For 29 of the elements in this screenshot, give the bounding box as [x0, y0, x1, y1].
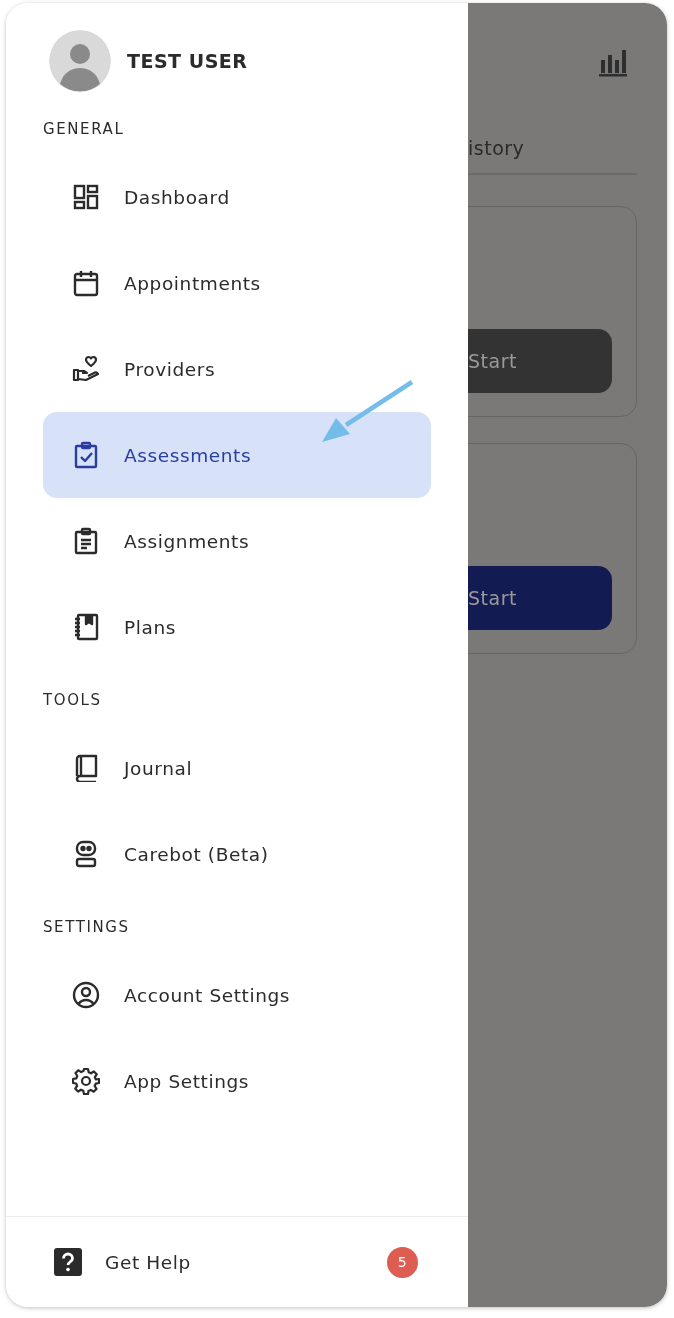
nav-item[interactable]: Dashboard	[43, 154, 431, 240]
settings-icon	[72, 1067, 100, 1095]
nav-item[interactable]: Appointments	[43, 240, 431, 326]
start-button[interactable]: Start	[468, 329, 612, 393]
nav-item[interactable]: Assessments	[43, 412, 431, 498]
nav-item[interactable]: Plans	[43, 584, 431, 670]
nav-item[interactable]: Account Settings	[43, 952, 431, 1038]
nav-item[interactable]: Journal	[43, 725, 431, 811]
notification-badge: 5	[387, 1246, 418, 1278]
section-heading: SETTINGS	[43, 917, 130, 937]
clipboard-check-icon	[72, 441, 100, 469]
nav-item[interactable]: Carebot (Beta)	[43, 811, 431, 897]
account-icon	[72, 981, 100, 1009]
nav-item[interactable]: Assignments	[43, 498, 431, 584]
nav-item[interactable]: Providers	[43, 326, 431, 412]
section-heading: TOOLS	[43, 690, 102, 710]
clipboard-list-icon	[72, 527, 100, 555]
hand-heart-icon	[72, 355, 100, 383]
help-icon[interactable]	[54, 1248, 82, 1276]
notebook-icon	[72, 613, 100, 641]
avatar[interactable]	[49, 30, 111, 92]
user-name: TEST USER	[127, 50, 248, 72]
calendar-icon	[72, 269, 100, 297]
section-heading: GENERAL	[43, 119, 125, 139]
start-button[interactable]: Start	[468, 566, 612, 630]
bar-chart-icon[interactable]	[598, 47, 628, 77]
nav-item[interactable]: App Settings	[43, 1038, 431, 1124]
dashboard-icon	[72, 183, 100, 211]
help-link[interactable]: Get Help	[105, 1251, 364, 1273]
